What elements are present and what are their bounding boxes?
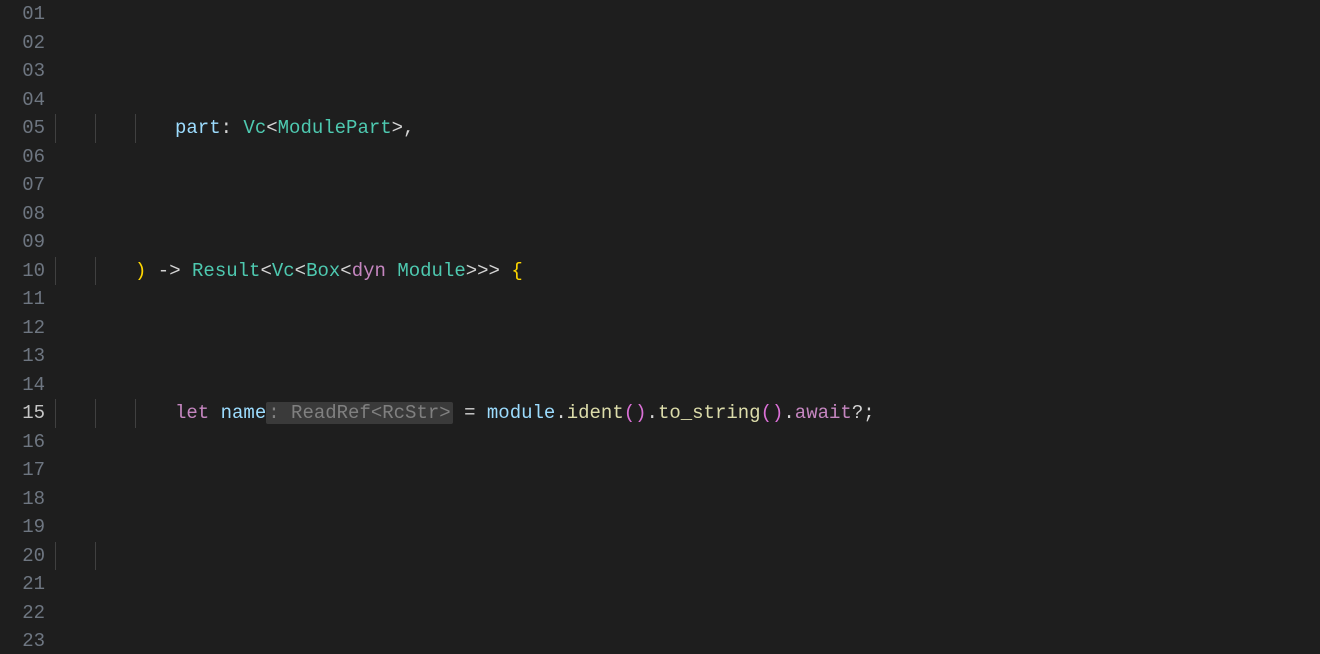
code-line[interactable]: part: Vc<ModulePart>, xyxy=(55,114,1320,143)
line-number: 04 xyxy=(0,86,45,115)
code-token: Vc xyxy=(272,260,295,282)
inlay-hint: : ReadRef<RcStr> xyxy=(266,402,452,424)
code-token: part xyxy=(175,117,221,139)
variable: module xyxy=(487,402,555,424)
line-number: 05 xyxy=(0,114,45,143)
code-token: = xyxy=(453,402,487,424)
line-number: 18 xyxy=(0,485,45,514)
line-number-gutter: 0102030405060708091011121314151617181920… xyxy=(0,0,55,654)
line-number: 07 xyxy=(0,171,45,200)
line-number: 03 xyxy=(0,57,45,86)
code-token: Vc xyxy=(243,117,266,139)
fn-call: ident xyxy=(567,402,624,424)
line-number: 22 xyxy=(0,599,45,628)
line-number: 10 xyxy=(0,257,45,286)
keyword: let xyxy=(175,402,209,424)
keyword: await xyxy=(795,402,852,424)
line-number: 02 xyxy=(0,29,45,58)
code-editor[interactable]: 0102030405060708091011121314151617181920… xyxy=(0,0,1320,654)
code-area[interactable]: part: Vc<ModulePart>, ) -> Result<Vc<Box… xyxy=(55,0,1320,654)
fn-call: to_string xyxy=(658,402,761,424)
line-number: 09 xyxy=(0,228,45,257)
code-token: Box xyxy=(306,260,340,282)
code-token: Result xyxy=(192,260,260,282)
line-number: 14 xyxy=(0,371,45,400)
line-number: 06 xyxy=(0,143,45,172)
line-number: 08 xyxy=(0,200,45,229)
line-number: 13 xyxy=(0,342,45,371)
variable: name xyxy=(221,402,267,424)
line-number: 21 xyxy=(0,570,45,599)
code-line[interactable]: let name: ReadRef<RcStr> = module.ident(… xyxy=(55,399,1320,428)
line-number: 11 xyxy=(0,285,45,314)
line-number: 17 xyxy=(0,456,45,485)
line-number: 20 xyxy=(0,542,45,571)
line-number: 19 xyxy=(0,513,45,542)
code-line[interactable]: ) -> Result<Vc<Box<dyn Module>>> { xyxy=(55,257,1320,286)
code-token: ModulePart xyxy=(278,117,392,139)
line-number: 16 xyxy=(0,428,45,457)
line-number: 01 xyxy=(0,0,45,29)
code-token: Module xyxy=(397,260,465,282)
code-token: dyn xyxy=(352,260,386,282)
line-number: 23 xyxy=(0,627,45,654)
code-line[interactable] xyxy=(55,542,1320,571)
line-number: 15 xyxy=(0,399,45,428)
line-number: 12 xyxy=(0,314,45,343)
